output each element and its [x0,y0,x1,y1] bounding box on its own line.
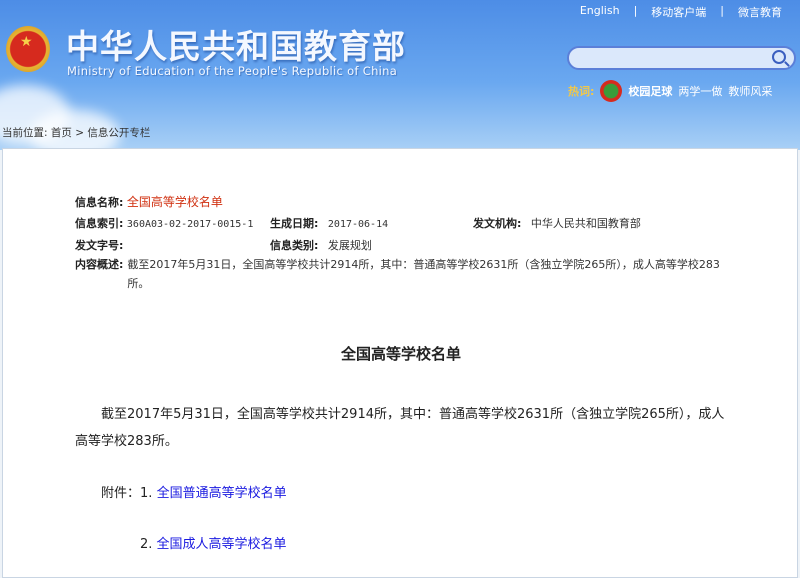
football-icon [600,80,623,102]
date-value: 2017-06-14 [327,219,389,230]
summary-value: 截至2017年5月31日，全国高等学校共计2914所，其中：普通高等学校2631… [127,258,720,290]
content-panel: 信息名称: 全国高等学校名单 信息索引: 360A03-02-2017-0015… [2,148,798,578]
article-body: 截至2017年5月31日，全国高等学校共计2914所，其中：普通高等学校2631… [75,407,725,449]
index-value: 360A03-02-2017-0015-1 [126,219,254,230]
index-label: 信息索引: [75,217,124,230]
attachment-number: 1. [140,486,153,501]
name-value: 全国高等学校名单 [126,195,223,209]
hot-word-link[interactable]: 校园足球 [628,83,672,99]
english-link[interactable]: English [580,4,620,20]
hot-words: 热词: 校园足球 两学一做 教师风采 [568,80,772,102]
docno-label: 发文字号: [75,239,124,252]
attachment-number: 2. [140,537,153,552]
category-label: 信息类别: [270,239,319,252]
breadcrumb-info-column[interactable]: 信息公开专栏 [87,127,150,139]
weiyan-link[interactable]: 微言教育 [738,4,782,20]
org-label: 发文机构: [473,217,522,230]
date-label: 生成日期: [270,217,319,230]
site-title[interactable]: 中华人民共和国教育部 [66,20,406,68]
hot-word-link[interactable]: 教师风采 [728,83,772,99]
category-value: 发展规划 [327,239,372,252]
article-title: 全国高等学校名单 [340,345,461,363]
summary-label: 内容概述: [75,258,124,271]
site-header: ★ 中华人民共和国教育部 Ministry of Education of th… [0,0,800,150]
separator: | [720,4,724,17]
search-icon[interactable] [772,50,786,64]
name-label: 信息名称: [75,196,124,209]
mobile-client-link[interactable]: 移动客户端 [651,4,706,20]
national-emblem-logo: ★ [6,26,50,72]
attachment-prefix: 附件： [101,486,141,501]
hot-word-link[interactable]: 两学一做 [678,83,722,99]
breadcrumb-home[interactable]: 首页 [51,127,72,139]
breadcrumb-prefix: 当前位置: [2,127,48,139]
site-subtitle: Ministry of Education of the People's Re… [67,64,398,78]
attachment-link-2[interactable]: 全国成人高等学校名单 [157,537,287,552]
attachment-link-1[interactable]: 全国普通高等学校名单 [157,486,287,501]
hot-words-label: 热词: [568,85,595,98]
breadcrumb: 当前位置: 首页 > 信息公开专栏 [2,125,150,140]
separator: | [633,4,638,17]
search-input[interactable] [567,46,796,70]
org-value: 中华人民共和国教育部 [530,217,641,230]
top-links: English | 移动客户端 | 微言教育 [580,4,782,20]
chevron-right-icon: > [75,127,85,139]
